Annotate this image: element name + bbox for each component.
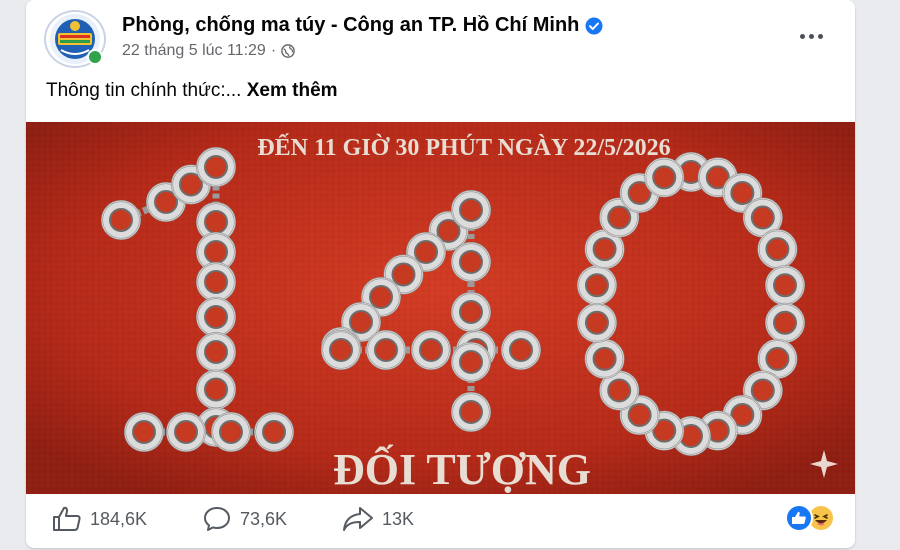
meta-separator: · [270,42,277,59]
dot-icon [808,33,814,39]
post-image[interactable]: ĐẾN 11 GIỜ 30 PHÚT NGÀY 22/5/2026 ĐỐI TƯ… [26,122,855,494]
post-timestamp[interactable]: 22 tháng 5 lúc 11:29 [122,42,266,60]
handcuff-ring [765,265,806,306]
comment-count: 73,6K [240,508,288,529]
post-image-graphic: ĐẾN 11 GIỜ 30 PHÚT NGÀY 22/5/2026 ĐỐI TƯ… [26,122,855,494]
handcuff-ring [584,338,625,379]
handcuff-ring [411,330,451,370]
handcuff-ring [765,302,806,343]
page-name-link[interactable]: Phòng, chống ma túy - Công an TP. Hồ Chí… [122,14,579,37]
comment-bubble-icon [204,507,230,531]
verified-badge-icon [585,17,603,34]
handcuff-ring [196,262,236,302]
share-count: 13K [382,508,415,529]
handcuff-ring [196,147,236,187]
handcuff-ring [576,265,617,306]
globe-icon[interactable] [281,44,295,58]
handcuff-ring [451,190,491,230]
post-footer: 184,6K 73,6K 13K [26,494,855,548]
handcuff-ring [196,332,236,372]
post-text: Thông tin chính thức:... Xem thêm [46,80,338,102]
page-avatar[interactable] [44,10,106,68]
dot-icon [817,33,823,39]
handcuff-ring [451,392,491,432]
handcuff-ring [366,330,406,370]
handcuff-ring [576,302,617,343]
share-action[interactable]: 13K [342,506,414,532]
like-reaction-icon [785,504,813,532]
page-name-row: Phòng, chống ma túy - Công an TP. Hồ Chí… [122,14,603,37]
handcuff-ring [321,330,361,370]
handcuff-ring [451,292,491,332]
handcuff-ring [211,412,251,452]
handcuff-ring [101,200,141,240]
online-status-dot [87,49,103,65]
image-caption: ĐỐI TƯỢNG [333,444,591,494]
handcuff-ring [196,369,236,410]
post-card: Phòng, chống ma túy - Công an TP. Hồ Chí… [26,0,855,548]
reaction-summary[interactable] [785,504,835,532]
share-arrow-icon [343,507,373,531]
image-headline: ĐẾN 11 GIỜ 30 PHÚT NGÀY 22/5/2026 [257,134,670,161]
thumbs-up-icon [53,506,81,531]
handcuff-ring [644,157,685,198]
post-meta: 22 tháng 5 lúc 11:29 · [122,42,295,60]
handcuff-ring [124,412,164,452]
handcuff-ring [757,229,798,270]
more-options-button[interactable] [793,22,829,50]
handcuff-ring [451,242,491,282]
handcuff-ring [166,412,206,452]
feed-background: Phòng, chống ma túy - Công an TP. Hồ Chí… [0,0,900,550]
see-more-link[interactable]: Xem thêm [247,80,338,101]
handcuff-ring [501,330,541,370]
handcuff-ring [254,412,294,452]
like-action[interactable]: 184,6K [52,506,147,532]
handcuff-ring [196,297,236,337]
dot-icon [799,33,805,39]
handcuff-ring [451,342,491,382]
like-count: 184,6K [90,508,148,529]
post-body-text: Thông tin chính thức:... [46,80,242,101]
comment-action[interactable]: 73,6K [202,506,287,532]
